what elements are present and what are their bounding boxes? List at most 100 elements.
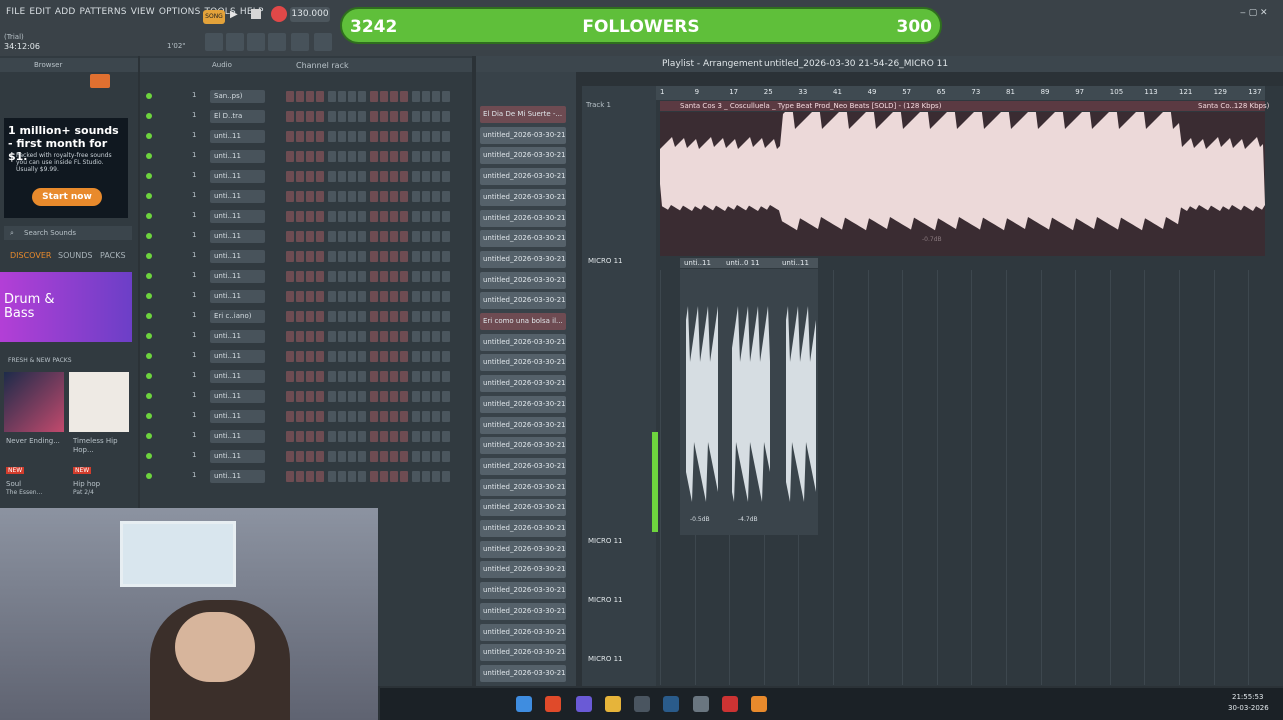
app-icon-1[interactable] — [634, 696, 650, 712]
step-button[interactable] — [422, 311, 430, 322]
tab-sounds[interactable]: SOUNDS — [58, 251, 92, 260]
step-button[interactable] — [412, 351, 420, 362]
step-button[interactable] — [316, 311, 324, 322]
step-button[interactable] — [422, 231, 430, 242]
step-button[interactable] — [358, 151, 366, 162]
step-button[interactable] — [380, 291, 388, 302]
step-button[interactable] — [316, 471, 324, 482]
step-button[interactable] — [286, 411, 294, 422]
step-button[interactable] — [442, 351, 450, 362]
step-button[interactable] — [390, 231, 398, 242]
step-button[interactable] — [422, 211, 430, 222]
step-button[interactable] — [286, 391, 294, 402]
step-button[interactable] — [306, 471, 314, 482]
step-button[interactable] — [432, 331, 440, 342]
step-button[interactable] — [358, 291, 366, 302]
step-button[interactable] — [432, 171, 440, 182]
step-button[interactable] — [400, 451, 408, 462]
vocal-clip-2[interactable]: unti..0 11 — [726, 259, 760, 267]
step-button[interactable] — [390, 251, 398, 262]
step-button[interactable] — [296, 271, 304, 282]
step-button[interactable] — [390, 131, 398, 142]
step-button[interactable] — [390, 211, 398, 222]
pattern-item[interactable]: untitled_2026-03-30-21- — [480, 644, 566, 662]
step-button[interactable] — [400, 371, 408, 382]
channel-button[interactable]: unti..11 — [210, 330, 265, 343]
step-button[interactable] — [328, 131, 336, 142]
step-button[interactable] — [296, 131, 304, 142]
step-button[interactable] — [400, 211, 408, 222]
step-button[interactable] — [442, 231, 450, 242]
step-button[interactable] — [316, 171, 324, 182]
step-button[interactable] — [338, 251, 346, 262]
step-button[interactable] — [338, 191, 346, 202]
step-button[interactable] — [316, 251, 324, 262]
channel-led-icon[interactable] — [146, 293, 152, 299]
step-button[interactable] — [442, 271, 450, 282]
step-button[interactable] — [296, 91, 304, 102]
step-button[interactable] — [286, 271, 294, 282]
step-button[interactable] — [316, 231, 324, 242]
step-button[interactable] — [328, 271, 336, 282]
pattern-item[interactable]: untitled_2026-03-30-21- — [480, 147, 566, 165]
tab-discover[interactable]: DISCOVER — [10, 251, 51, 260]
step-button[interactable] — [286, 311, 294, 322]
step-button[interactable] — [306, 371, 314, 382]
pattern-item[interactable]: El Dia De Mi Suerte -... — [480, 106, 566, 123]
step-button[interactable] — [400, 411, 408, 422]
step-button[interactable] — [296, 251, 304, 262]
step-button[interactable] — [316, 131, 324, 142]
channel-button[interactable]: unti..11 — [210, 210, 265, 223]
step-button[interactable] — [316, 411, 324, 422]
step-button[interactable] — [442, 411, 450, 422]
step-button[interactable] — [358, 191, 366, 202]
step-button[interactable] — [306, 151, 314, 162]
step-button[interactable] — [432, 471, 440, 482]
step-button[interactable] — [400, 331, 408, 342]
step-button[interactable] — [296, 171, 304, 182]
step-button[interactable] — [422, 111, 430, 122]
pattern-item[interactable]: untitled_2026-03-30-21- — [480, 188, 566, 206]
step-button[interactable] — [432, 411, 440, 422]
step-button[interactable] — [296, 471, 304, 482]
step-button[interactable] — [338, 471, 346, 482]
step-button[interactable] — [370, 371, 378, 382]
step-button[interactable] — [348, 171, 356, 182]
step-button[interactable] — [316, 451, 324, 462]
step-button[interactable] — [296, 291, 304, 302]
channel-button[interactable]: unti..11 — [210, 350, 265, 363]
step-button[interactable] — [370, 171, 378, 182]
toolbar-button-6[interactable] — [314, 33, 332, 51]
step-button[interactable] — [358, 371, 366, 382]
pattern-item[interactable]: untitled_2026-03-30-21- — [480, 375, 566, 393]
step-button[interactable] — [370, 331, 378, 342]
channel-button[interactable]: unti..11 — [210, 230, 265, 243]
step-button[interactable] — [328, 191, 336, 202]
step-button[interactable] — [328, 471, 336, 482]
toolbar-button-1[interactable] — [205, 33, 223, 51]
brave-icon[interactable] — [545, 696, 561, 712]
step-button[interactable] — [348, 131, 356, 142]
step-button[interactable] — [380, 391, 388, 402]
pattern-item[interactable]: untitled_2026-03-30-21- — [480, 520, 566, 537]
step-button[interactable] — [348, 311, 356, 322]
step-button[interactable] — [412, 271, 420, 282]
step-button[interactable] — [306, 91, 314, 102]
step-button[interactable] — [306, 111, 314, 122]
step-button[interactable] — [400, 231, 408, 242]
step-button[interactable] — [348, 411, 356, 422]
step-button[interactable] — [390, 411, 398, 422]
window-controls[interactable]: ‒ ▢ ✕ — [1240, 8, 1280, 18]
step-button[interactable] — [412, 111, 420, 122]
channel-led-icon[interactable] — [146, 213, 152, 219]
channel-led-icon[interactable] — [146, 93, 152, 99]
step-button[interactable] — [380, 331, 388, 342]
pattern-item[interactable]: untitled_2026-03-30-21- — [480, 250, 566, 268]
step-button[interactable] — [338, 211, 346, 222]
step-button[interactable] — [380, 271, 388, 282]
step-button[interactable] — [432, 271, 440, 282]
step-button[interactable] — [442, 291, 450, 302]
step-button[interactable] — [400, 311, 408, 322]
pattern-item[interactable]: untitled_2026-03-30-21- — [480, 292, 566, 310]
step-button[interactable] — [316, 271, 324, 282]
